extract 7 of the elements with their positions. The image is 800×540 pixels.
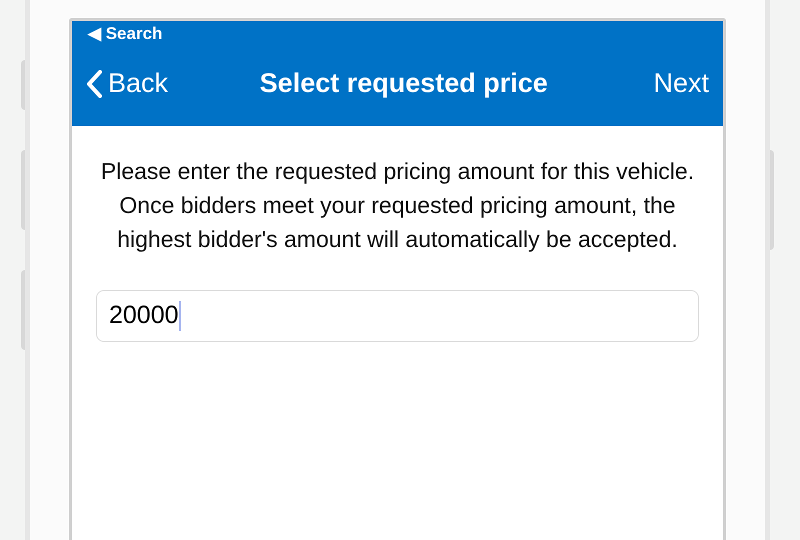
instructions-text: Please enter the requested pricing amount for this vehicle. Once bidders meet your requested pricing amount, the highest bidder's amount will automatically be accepted. <box>100 157 696 254</box>
back-to-app-link[interactable]: ◀ Search <box>88 24 162 42</box>
screen-title: Select requested price <box>258 67 549 100</box>
back-button[interactable]: Back <box>86 63 168 104</box>
next-button[interactable]: Next <box>653 63 709 104</box>
chevron-left-icon <box>86 70 102 98</box>
price-input-field[interactable]: 20000 <box>96 290 699 342</box>
